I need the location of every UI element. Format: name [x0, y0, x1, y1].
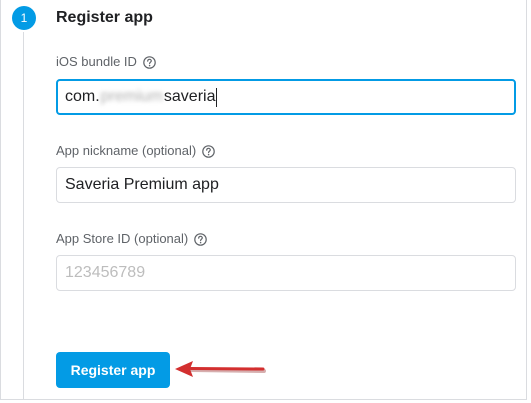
annotation-arrow-icon [175, 361, 266, 377]
help-icon[interactable] [202, 144, 216, 158]
bundle-id-label: iOS bundle ID [56, 54, 137, 69]
step-title: Register app [56, 9, 153, 26]
bundle-id-label-row: iOS bundle ID [56, 54, 156, 70]
help-icon[interactable] [194, 232, 208, 246]
bundle-id-input[interactable]: com. premium saveria [56, 79, 516, 115]
bundle-id-value-redacted: premium [100, 88, 163, 105]
help-icon[interactable] [143, 55, 156, 69]
nickname-label-row: App nickname (optional) [56, 143, 216, 159]
bundle-id-value-suffix: saveria [163, 88, 216, 105]
text-caret [216, 87, 218, 107]
step-number-badge: 1 [12, 6, 36, 30]
step-connector-line [23, 32, 24, 400]
register-app-button[interactable]: Register app [56, 352, 170, 388]
app-store-id-label-row: App Store ID (optional) [56, 231, 208, 247]
app-store-id-input[interactable]: 123456789 [56, 255, 516, 291]
nickname-label: App nickname (optional) [56, 143, 197, 158]
register-app-panel: 1 Register app iOS bundle ID com. premium… [0, 0, 531, 403]
bundle-id-value-prefix: com. [65, 88, 100, 105]
nickname-value: Saveria Premium app [65, 176, 219, 193]
app-store-id-label: App Store ID (optional) [56, 231, 189, 246]
nickname-input[interactable]: Saveria Premium app [56, 167, 516, 203]
app-store-id-placeholder: 123456789 [65, 264, 146, 281]
